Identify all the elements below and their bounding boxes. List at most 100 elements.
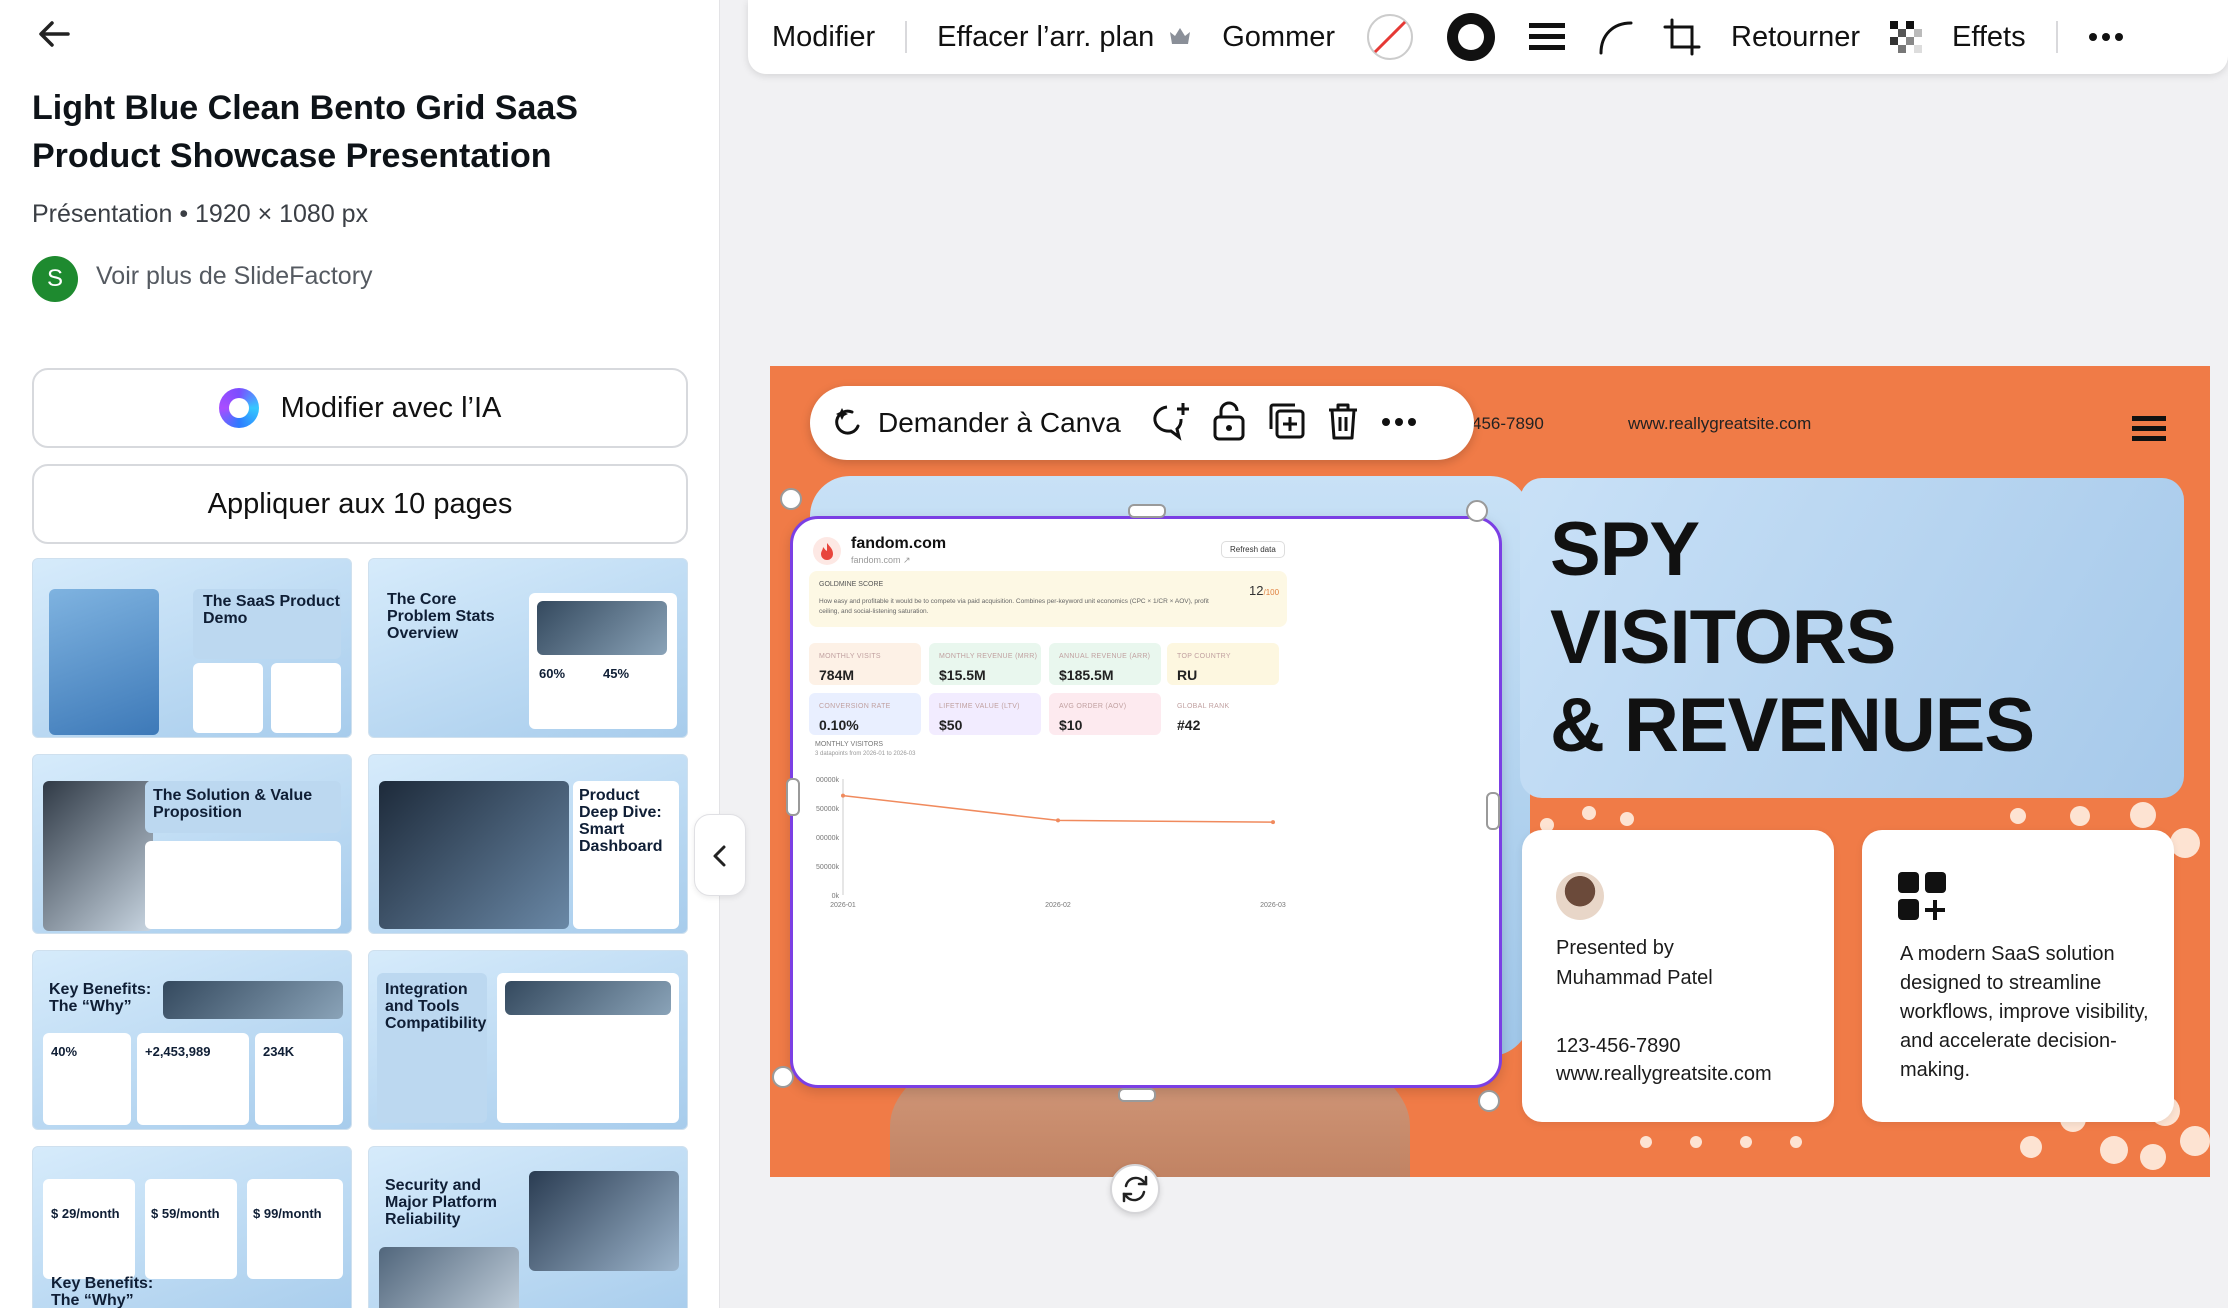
hamburger-menu-icon: [2132, 414, 2166, 447]
data-point: [1271, 820, 1275, 825]
collapse-panel-button[interactable]: [694, 814, 746, 896]
metric-card: CONVERSION RATE 0.10%: [809, 693, 921, 735]
phone-hand-image: [505, 981, 671, 1015]
thumbnail-price: $ 29/month: [51, 1206, 120, 1221]
metric-label: AVG ORDER (AOV): [1059, 703, 1127, 710]
metric-card: TOP COUNTRY RU: [1167, 643, 1279, 685]
canva-ai-icon: [218, 388, 259, 428]
delete-icon[interactable]: [1325, 401, 1361, 446]
edit-with-ai-label: Modifier avec l’IA: [280, 391, 502, 424]
page-thumbnail-3[interactable]: The Solution & Value Proposition: [32, 754, 352, 934]
data-point: [1056, 818, 1060, 823]
visitors-series-line: [842, 794, 1274, 823]
meeting-image: [537, 601, 667, 655]
flip-button[interactable]: Retourner: [1731, 21, 1860, 54]
metric-value: $50: [939, 717, 963, 733]
metric-value: $15.5M: [939, 667, 986, 683]
y-tick-label: 50000k: [816, 864, 839, 871]
lock-icon[interactable]: [1211, 401, 1247, 446]
thumbnail-title: Key Benefits: The “Why”: [51, 1275, 154, 1308]
thumbnail-title: The Core Problem Stats Overview: [387, 591, 495, 642]
rotate-handle-icon[interactable]: [1110, 1164, 1160, 1214]
resize-handle-bottom[interactable]: [1118, 1088, 1156, 1102]
headline-card: SPY VISITORS & REVENUES: [1520, 478, 2184, 798]
header-website: www.reallygreatsite.com: [1628, 414, 1812, 433]
resize-handle-bottom-right[interactable]: [1478, 1090, 1500, 1112]
page-thumbnail-2[interactable]: The Core Problem Stats Overview 60% 45%: [368, 558, 688, 738]
remove-background-label: Effacer l’arr. plan: [937, 20, 1155, 53]
metric-value: 784M: [819, 667, 855, 683]
headline-line-2: VISITORS: [1550, 595, 1896, 680]
metric-label: ANNUAL REVENUE (ARR): [1059, 653, 1151, 660]
metric-label: MONTHLY VISITS: [819, 653, 881, 660]
metric-label: GLOBAL RANK: [1177, 703, 1230, 710]
page-thumbnail-6[interactable]: Integration and Tools Compatibility: [368, 950, 688, 1130]
score-max: /100: [1263, 588, 1280, 597]
add-comment-icon[interactable]: [1147, 401, 1191, 446]
modify-button[interactable]: Modifier: [772, 21, 875, 54]
resize-handle-top-left[interactable]: [780, 488, 802, 510]
metric-value: #42: [1177, 717, 1201, 733]
back-arrow-icon[interactable]: [34, 14, 78, 58]
border-color-icon[interactable]: [1365, 12, 1415, 62]
x-tick-label: 2026-03: [1260, 902, 1286, 909]
fandom-logo-icon: [813, 537, 841, 565]
tablet-image: [379, 781, 569, 929]
resize-handle-top-right[interactable]: [1466, 500, 1488, 522]
goldmine-score-panel: GOLDMINE SCORE 12/100 How easy and profi…: [809, 571, 1287, 627]
metric-label: MONTHLY REVENUE (MRR): [939, 653, 1038, 660]
more-options-icon[interactable]: [2088, 32, 2124, 42]
selected-dashboard-image[interactable]: fandom.com fandom.com ↗ Refresh data GOL…: [790, 516, 1502, 1088]
magic-sparkle-icon[interactable]: [830, 404, 864, 443]
apply-all-pages-button[interactable]: Appliquer aux 10 pages: [32, 464, 688, 544]
metric-card: ANNUAL REVENUE (ARR) $185.5M: [1049, 643, 1161, 685]
headline-line-1: SPY: [1550, 507, 1700, 592]
apply-all-pages-label: Appliquer aux 10 pages: [207, 487, 513, 520]
refresh-data-button[interactable]: Refresh data: [1221, 541, 1285, 558]
goldmine-score-value: 12/100: [1249, 583, 1279, 598]
page-thumbnail-7[interactable]: $ 29/month $ 59/month $ 99/month Key Ben…: [32, 1146, 352, 1308]
context-toolbar: Demander à Canva: [810, 386, 1474, 460]
y-tick-label: 00000k: [816, 835, 839, 842]
page-thumbnail-4[interactable]: Product Deep Dive: Smart Dashboard: [368, 754, 688, 934]
metric-card: AVG ORDER (AOV) $10: [1049, 693, 1161, 735]
effects-button[interactable]: Effets: [1952, 21, 2026, 54]
page-thumbnail-8[interactable]: Security and Major Platform Reliability: [368, 1146, 688, 1308]
thumbnail-price: $ 59/month: [151, 1206, 220, 1221]
template-meta: Présentation • 1920 × 1080 px: [32, 200, 369, 228]
edit-with-ai-button[interactable]: Modifier avec l’IA: [32, 368, 688, 448]
border-weight-icon[interactable]: [1445, 11, 1497, 63]
duplicate-icon[interactable]: [1267, 401, 1307, 446]
remove-background-button[interactable]: Effacer l’arr. plan: [937, 21, 1192, 54]
resize-handle-right[interactable]: [1486, 792, 1500, 830]
team-image: [43, 781, 153, 931]
metric-value: 0.10%: [819, 717, 859, 733]
crop-icon[interactable]: [1663, 18, 1701, 56]
metric-card: LIFETIME VALUE (LTV) $50: [929, 693, 1041, 735]
monthly-visitors-chart: 00000k 50000k 00000k 50000k 0k 2026-01 2026-02…: [816, 777, 1286, 909]
resize-handle-top[interactable]: [1128, 504, 1166, 518]
transparency-icon[interactable]: [1890, 21, 1922, 53]
grid-plus-icon: [1898, 872, 1948, 927]
x-tick-label: 2026-02: [1045, 902, 1071, 909]
metric-label: CONVERSION RATE: [819, 703, 891, 710]
border-style-icon[interactable]: [1527, 20, 1567, 54]
description-text: A modern SaaS solution designed to strea…: [1900, 943, 2149, 1081]
toolbar-divider: [905, 21, 908, 53]
author-link[interactable]: Voir plus de SlideFactory: [96, 262, 373, 291]
y-tick-label: 00000k: [816, 777, 839, 784]
page-thumbnail-5[interactable]: Key Benefits: The “Why” 40% +2,453,989 2…: [32, 950, 352, 1130]
goldmine-score-label: GOLDMINE SCORE: [819, 581, 884, 588]
template-details-panel: Light Blue Clean Bento Grid SaaS Product…: [0, 0, 720, 1308]
corner-rounding-icon[interactable]: [1597, 19, 1633, 55]
resize-handle-left[interactable]: [786, 778, 800, 816]
resize-handle-bottom-left[interactable]: [772, 1066, 794, 1088]
ask-canva-button[interactable]: Demander à Canva: [878, 407, 1121, 439]
description-card: A modern SaaS solution designed to strea…: [1862, 830, 2174, 1122]
server-image: [529, 1171, 679, 1271]
more-options-icon[interactable]: [1381, 414, 1417, 432]
page-thumbnail-1[interactable]: The SaaS Product Demo: [32, 558, 352, 738]
erase-button[interactable]: Gommer: [1222, 21, 1335, 54]
x-tick-label: 2026-01: [830, 902, 856, 909]
thumbnail-stat: 60%: [539, 666, 566, 681]
